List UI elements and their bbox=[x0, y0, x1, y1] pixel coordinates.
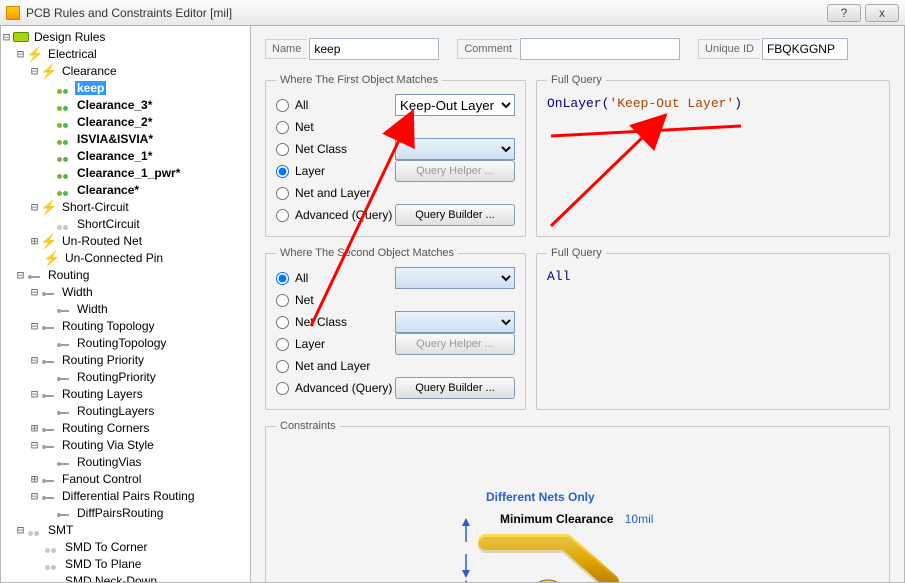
m2-net-radio[interactable] bbox=[276, 294, 289, 307]
tree-diffpair-item[interactable]: DiffPairsRouting bbox=[1, 504, 250, 521]
fullquery1-text: OnLayer('Keep-Out Layer') bbox=[547, 94, 879, 113]
tree-rtopo[interactable]: ⊟Routing Topology bbox=[1, 317, 250, 334]
m2-select2[interactable] bbox=[395, 311, 515, 333]
m1-builder-button[interactable]: Query Builder ... bbox=[395, 204, 515, 226]
tree-width-item[interactable]: Width bbox=[1, 300, 250, 317]
comment-label: Comment bbox=[457, 39, 518, 59]
m1-net-radio[interactable] bbox=[276, 121, 289, 134]
tree-smd-plane[interactable]: SMD To Plane bbox=[1, 555, 250, 572]
tree-rcorners[interactable]: ⊞Routing Corners bbox=[1, 419, 250, 436]
m1-netclass-label: Net Class bbox=[295, 142, 395, 156]
tree-rule-keep[interactable]: keep bbox=[1, 79, 250, 96]
second-match-group: Where The Second Object Matches All Net … bbox=[265, 247, 526, 410]
m1-net-label: Net bbox=[295, 120, 395, 134]
fullquery2-legend: Full Query bbox=[547, 247, 606, 259]
tree-rule-c1pwr[interactable]: Clearance_1_pwr* bbox=[1, 164, 250, 181]
m2-layer-label: Layer bbox=[295, 337, 395, 351]
tree-smt[interactable]: ⊟SMT bbox=[1, 521, 250, 538]
name-label: Name bbox=[265, 39, 307, 59]
m2-netlayer-label: Net and Layer bbox=[295, 359, 395, 373]
rule-editor: Name Comment Unique ID Where The First O… bbox=[251, 26, 905, 583]
first-match-group: Where The First Object Matches All Keep-… bbox=[265, 74, 526, 237]
fullquery2-text: All bbox=[547, 267, 879, 286]
tree-rprio[interactable]: ⊟Routing Priority bbox=[1, 351, 250, 368]
m2-netlayer-radio[interactable] bbox=[276, 360, 289, 373]
tree-smd-neck[interactable]: SMD Neck-Down bbox=[1, 572, 250, 583]
tree-root[interactable]: ⊟Design Rules bbox=[1, 28, 250, 45]
tree-rlayers[interactable]: ⊟Routing Layers bbox=[1, 385, 250, 402]
m2-layer-radio[interactable] bbox=[276, 338, 289, 351]
tree-unconnected[interactable]: ⚡Un-Connected Pin bbox=[1, 249, 250, 266]
m1-all-radio[interactable] bbox=[276, 99, 289, 112]
tree-unrouted[interactable]: ⊞⚡Un-Routed Net bbox=[1, 232, 250, 249]
uniqueid-label: Unique ID bbox=[698, 39, 760, 59]
tree-rule-cstar[interactable]: Clearance* bbox=[1, 181, 250, 198]
m1-helper-button[interactable]: Query Helper ... bbox=[395, 160, 515, 182]
tree-diffpair[interactable]: ⊟Differential Pairs Routing bbox=[1, 487, 250, 504]
m1-layer-select[interactable]: Keep-Out Layer bbox=[395, 94, 515, 116]
tree-rule-isvia[interactable]: ISVIA&ISVIA* bbox=[1, 130, 250, 147]
tree-rlayers-item[interactable]: RoutingLayers bbox=[1, 402, 250, 419]
tree-rule-c2[interactable]: Clearance_2* bbox=[1, 113, 250, 130]
uniqueid-input[interactable] bbox=[762, 38, 848, 60]
m1-netlayer-radio[interactable] bbox=[276, 187, 289, 200]
m1-all-label: All bbox=[295, 98, 395, 112]
m1-adv-label: Advanced (Query) bbox=[295, 208, 395, 222]
first-match-legend: Where The First Object Matches bbox=[276, 74, 442, 86]
app-icon bbox=[6, 6, 20, 20]
tree-electrical[interactable]: ⊟⚡Electrical bbox=[1, 45, 250, 62]
tree-rvia[interactable]: ⊟Routing Via Style bbox=[1, 436, 250, 453]
m1-netclass-radio[interactable] bbox=[276, 143, 289, 156]
tree-short-circuit-item[interactable]: ShortCircuit bbox=[1, 215, 250, 232]
close-button[interactable]: x bbox=[865, 4, 899, 22]
main: ⊟Design Rules ⊟⚡Electrical ⊟⚡Clearance k… bbox=[0, 26, 905, 583]
fullquery1-group: Full Query OnLayer('Keep-Out Layer') bbox=[536, 74, 890, 237]
comment-input[interactable] bbox=[520, 38, 680, 60]
m2-net-label: Net bbox=[295, 293, 395, 307]
tree-rvia-item[interactable]: RoutingVias bbox=[1, 453, 250, 470]
tree-width[interactable]: ⊟Width bbox=[1, 283, 250, 300]
m2-netclass-radio[interactable] bbox=[276, 316, 289, 329]
diff-nets-label: Different Nets Only bbox=[486, 490, 595, 504]
fullquery1-legend: Full Query bbox=[547, 74, 606, 86]
min-clearance-label: Minimum Clearance bbox=[500, 512, 613, 526]
m2-all-radio[interactable] bbox=[276, 272, 289, 285]
name-input[interactable] bbox=[309, 38, 439, 60]
m2-all-label: All bbox=[295, 271, 395, 285]
m1-layer-radio[interactable] bbox=[276, 165, 289, 178]
tree-fanout[interactable]: ⊞Fanout Control bbox=[1, 470, 250, 487]
tree-routing[interactable]: ⊟Routing bbox=[1, 266, 250, 283]
tree-rprio-item[interactable]: RoutingPriority bbox=[1, 368, 250, 385]
tree-smd-corner[interactable]: SMD To Corner bbox=[1, 538, 250, 555]
tree-rule-c1[interactable]: Clearance_1* bbox=[1, 147, 250, 164]
m2-adv-radio[interactable] bbox=[276, 382, 289, 395]
tree-pane[interactable]: ⊟Design Rules ⊟⚡Electrical ⊟⚡Clearance k… bbox=[0, 26, 251, 583]
second-match-legend: Where The Second Object Matches bbox=[276, 247, 458, 259]
tree-clearance[interactable]: ⊟⚡Clearance bbox=[1, 62, 250, 79]
clearance-illustration bbox=[446, 530, 646, 583]
m2-netclass-label: Net Class bbox=[295, 315, 395, 329]
m2-helper-button[interactable]: Query Helper ... bbox=[395, 333, 515, 355]
m1-adv-radio[interactable] bbox=[276, 209, 289, 222]
m1-netlayer-label: Net and Layer bbox=[295, 186, 395, 200]
m2-builder-button[interactable]: Query Builder ... bbox=[395, 377, 515, 399]
help-button[interactable]: ? bbox=[827, 4, 861, 22]
tree-rtopo-item[interactable]: RoutingTopology bbox=[1, 334, 250, 351]
rule-header: Name Comment Unique ID bbox=[265, 38, 890, 60]
constraints-group: Constraints Different Nets Only Minimum … bbox=[265, 420, 890, 583]
min-clearance-value: 10mil bbox=[625, 512, 654, 526]
m2-adv-label: Advanced (Query) bbox=[295, 381, 395, 395]
m1-layer-label: Layer bbox=[295, 164, 395, 178]
design-rules-tree: ⊟Design Rules ⊟⚡Electrical ⊟⚡Clearance k… bbox=[1, 26, 250, 583]
tree-short-circuit[interactable]: ⊟⚡Short-Circuit bbox=[1, 198, 250, 215]
titlebar: PCB Rules and Constraints Editor [mil] ?… bbox=[0, 0, 905, 26]
constraints-legend: Constraints bbox=[276, 420, 340, 432]
m2-select1[interactable] bbox=[395, 267, 515, 289]
m1-netclass-select[interactable] bbox=[395, 138, 515, 160]
window-title: PCB Rules and Constraints Editor [mil] bbox=[26, 6, 823, 20]
tree-rule-c3[interactable]: Clearance_3* bbox=[1, 96, 250, 113]
fullquery2-group: Full Query All bbox=[536, 247, 890, 410]
